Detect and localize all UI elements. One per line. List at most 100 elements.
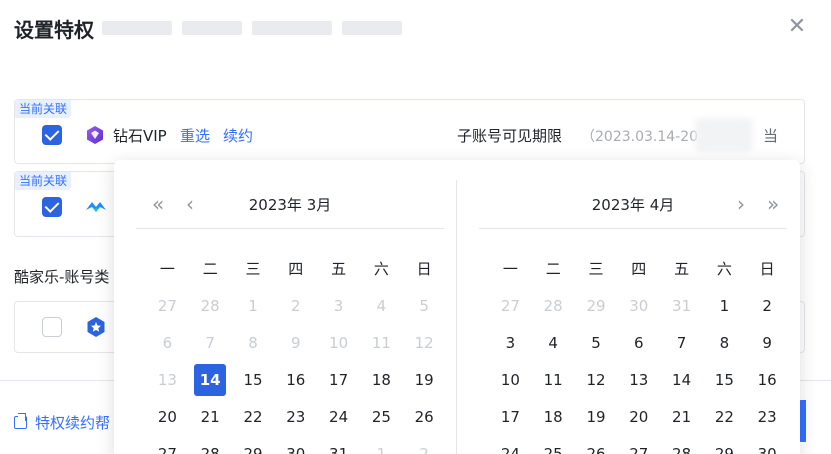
day-number: 27 (500, 296, 520, 315)
day-number: 9 (762, 333, 772, 352)
day-number: 29 (714, 444, 734, 454)
day-cell[interactable]: 28 (189, 435, 232, 454)
day-cell[interactable]: 15 (232, 361, 275, 398)
day-number: 4 (376, 296, 387, 315)
day-cell: 6 (146, 324, 189, 361)
day-cell[interactable]: 20 (617, 398, 660, 435)
day-cell: 7 (189, 324, 232, 361)
day-cell[interactable]: 24 (317, 398, 360, 435)
day-number: 30 (629, 296, 649, 315)
day-number: 18 (371, 370, 391, 389)
month-title[interactable]: 2023年 3月 (136, 194, 444, 215)
day-cell[interactable]: 30 (746, 435, 789, 454)
day-cell: 2 (403, 435, 446, 454)
day-number: 16 (757, 370, 777, 389)
day-number: 22 (243, 407, 263, 426)
weekday-label: 三 (588, 260, 604, 278)
day-cell[interactable]: 30 (274, 435, 317, 454)
day-cell[interactable]: 11 (532, 361, 575, 398)
day-cell[interactable]: 5 (575, 324, 618, 361)
product2-checkbox[interactable] (42, 197, 62, 217)
day-cell[interactable]: 20 (146, 398, 189, 435)
day-cell[interactable]: 10 (489, 361, 532, 398)
day-cell[interactable]: 1 (703, 287, 746, 324)
day-number: 5 (419, 296, 429, 315)
day-number: 7 (205, 333, 215, 352)
renew-link[interactable]: 续约 (223, 125, 253, 146)
day-number: 27 (157, 296, 177, 315)
day-number: 10 (329, 333, 349, 352)
day-number: 24 (500, 444, 520, 454)
day-cell[interactable]: 7 (660, 324, 703, 361)
day-cell[interactable]: 2 (746, 287, 789, 324)
day-cell[interactable]: 21 (660, 398, 703, 435)
diamond-vip-checkbox[interactable] (42, 125, 62, 145)
day-cell[interactable]: 17 (317, 361, 360, 398)
selected-day-cell[interactable]: 14 (189, 361, 232, 398)
calendar-header: « ‹ 2023年 3月 (136, 184, 444, 226)
day-cell[interactable]: 22 (232, 398, 275, 435)
day-number: 11 (371, 333, 391, 352)
day-cell[interactable]: 17 (489, 398, 532, 435)
day-number: 6 (162, 333, 173, 352)
day-number: 29 (586, 296, 606, 315)
day-cell: 31 (660, 287, 703, 324)
diamond-vip-icon (87, 126, 103, 144)
day-cell[interactable]: 8 (703, 324, 746, 361)
day-cell[interactable]: 3 (489, 324, 532, 361)
day-cell[interactable]: 19 (575, 398, 618, 435)
day-number: 3 (333, 296, 344, 315)
reselect-link[interactable]: 重选 (180, 125, 210, 146)
weekday-label: 日 (416, 260, 432, 278)
day-cell[interactable]: 21 (189, 398, 232, 435)
day-cell[interactable]: 12 (575, 361, 618, 398)
day-cell[interactable]: 28 (660, 435, 703, 454)
day-number: 26 (586, 444, 606, 454)
close-icon[interactable]: ✕ (786, 16, 808, 38)
product3-checkbox[interactable] (42, 317, 62, 337)
day-cell: 13 (146, 361, 189, 398)
day-cell[interactable]: 18 (532, 398, 575, 435)
day-cell[interactable]: 13 (617, 361, 660, 398)
day-cell[interactable]: 15 (703, 361, 746, 398)
next-year-button[interactable]: » (767, 192, 779, 216)
day-cell: 9 (274, 324, 317, 361)
day-cell[interactable]: 27 (617, 435, 660, 454)
day-number: 14 (194, 363, 227, 396)
day-cell[interactable]: 25 (532, 435, 575, 454)
weekday-label: 二 (545, 260, 561, 278)
day-cell[interactable]: 25 (360, 398, 403, 435)
day-number: 30 (286, 444, 306, 454)
day-cell[interactable]: 9 (746, 324, 789, 361)
visibility-period-value[interactable]: （2023.03.14-202 (581, 126, 707, 146)
day-cell[interactable]: 6 (617, 324, 660, 361)
day-cell[interactable]: 19 (403, 361, 446, 398)
privilege-renewal-help-link[interactable]: 特权续约帮 (14, 412, 110, 433)
day-cell[interactable]: 14 (660, 361, 703, 398)
day-cell[interactable]: 24 (489, 435, 532, 454)
day-cell[interactable]: 16 (274, 361, 317, 398)
day-cell[interactable]: 18 (360, 361, 403, 398)
day-cell[interactable]: 23 (274, 398, 317, 435)
day-cell[interactable]: 16 (746, 361, 789, 398)
day-cell[interactable]: 22 (703, 398, 746, 435)
day-number: 13 (157, 370, 177, 389)
day-cell[interactable]: 29 (232, 435, 275, 454)
day-cell[interactable]: 26 (575, 435, 618, 454)
day-cell[interactable]: 26 (403, 398, 446, 435)
day-number: 6 (634, 333, 644, 352)
day-cell: 28 (189, 287, 232, 324)
day-number: 28 (200, 444, 220, 454)
day-cell[interactable]: 27 (146, 435, 189, 454)
day-cell[interactable]: 29 (703, 435, 746, 454)
day-cell: 2 (274, 287, 317, 324)
day-number: 2 (762, 296, 772, 315)
star-badge-icon (87, 317, 105, 337)
weekday-label: 一 (502, 260, 518, 278)
day-cell[interactable]: 31 (317, 435, 360, 454)
day-number: 10 (500, 370, 520, 389)
day-cell: 29 (575, 287, 618, 324)
next-month-button[interactable]: › (737, 192, 745, 216)
day-cell[interactable]: 23 (746, 398, 789, 435)
day-cell[interactable]: 4 (532, 324, 575, 361)
